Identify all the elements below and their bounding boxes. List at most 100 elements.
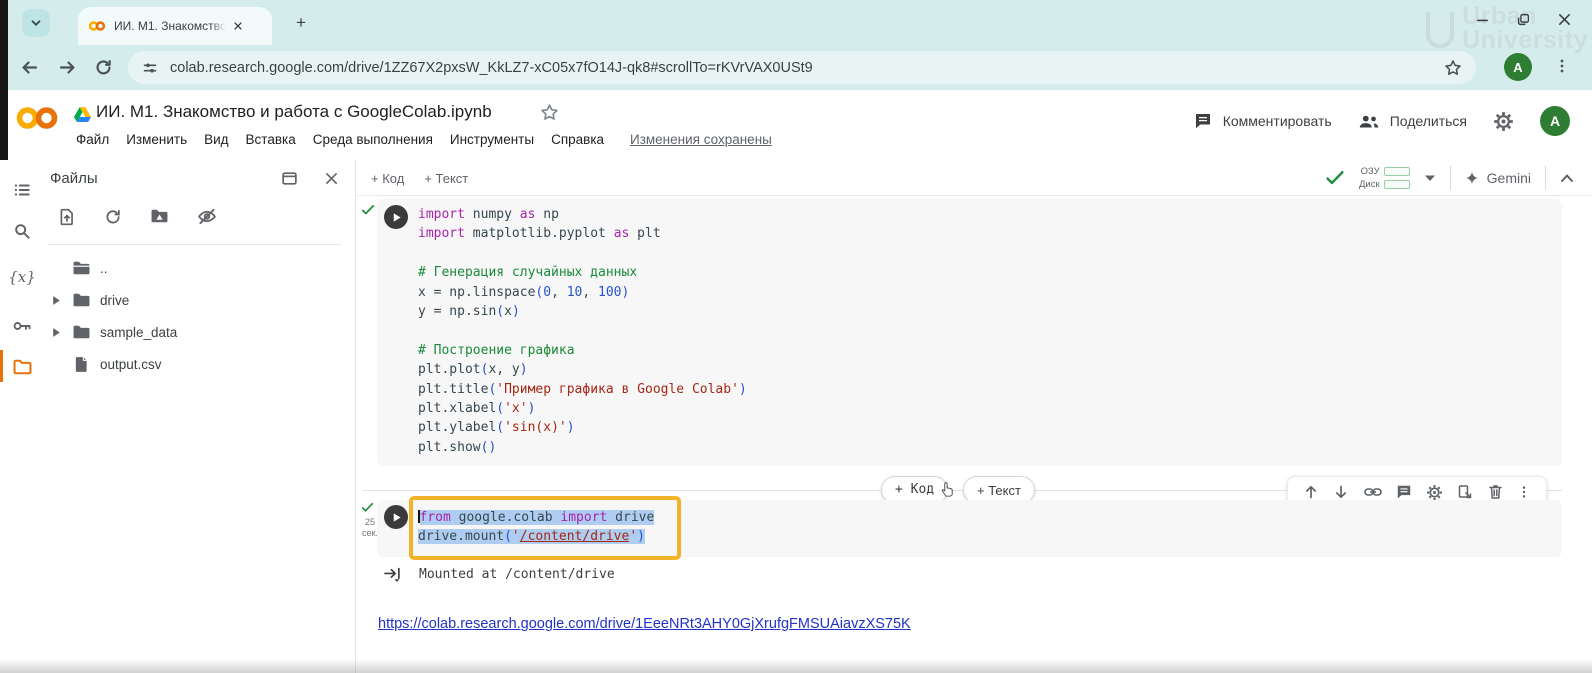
insert-text-label: + Текст — [977, 483, 1021, 498]
comment-icon — [1193, 112, 1213, 130]
output-indicator-icon[interactable] — [383, 566, 403, 583]
menu-item[interactable]: Вставка — [246, 132, 296, 147]
expand-panel-icon[interactable] — [281, 171, 298, 186]
tab-title: ИИ. М1. Знакомство и работа — [114, 19, 226, 33]
tree-row-output-csv[interactable]: output.csv — [44, 348, 347, 380]
browser-window: ИИ. М1. Знакомство и работа + Urban Univ — [0, 0, 1592, 673]
code-cell[interactable]: import numpy as npimport matplotlib.pypl… — [377, 199, 1562, 466]
code-line: plt.xlabel('x') — [418, 399, 747, 418]
add-comment-icon[interactable] — [1396, 484, 1412, 500]
window-controls — [1475, 12, 1572, 27]
minimize-icon[interactable] — [1475, 12, 1490, 27]
add-code-button[interactable]: + Код — [371, 171, 404, 186]
back-icon[interactable] — [20, 58, 39, 77]
settings-gear-icon[interactable] — [1493, 111, 1514, 132]
disk-label: Диск — [1359, 179, 1380, 190]
cell-settings-gear-icon[interactable] — [1426, 484, 1443, 501]
collapse-toolbar-chevron-icon[interactable] — [1560, 173, 1574, 183]
tab-search-button[interactable] — [22, 9, 50, 37]
code-line: plt.title('Пример графика в Google Colab… — [418, 380, 747, 399]
site-info-icon[interactable] — [142, 60, 158, 76]
disk-usage-bar — [1384, 180, 1410, 189]
gemini-button[interactable]: Gemini — [1465, 170, 1531, 186]
move-cell-up-icon[interactable] — [1303, 484, 1319, 500]
menu-item[interactable]: Изменить — [126, 132, 187, 147]
notebook-title[interactable]: ИИ. М1. Знакомство и работа с GoogleCola… — [96, 102, 492, 122]
gemini-spark-icon — [1465, 171, 1479, 185]
account-avatar[interactable]: A — [1540, 106, 1570, 136]
comment-button[interactable]: Комментировать — [1193, 112, 1332, 130]
share-button[interactable]: Поделиться — [1358, 113, 1467, 129]
gemini-label: Gemini — [1487, 170, 1531, 186]
bookmark-star-icon[interactable] — [1444, 59, 1462, 77]
menu-item[interactable]: Инструменты — [450, 132, 534, 147]
mount-drive-icon[interactable] — [150, 208, 169, 226]
code-line — [418, 321, 747, 340]
search-icon[interactable] — [0, 213, 44, 249]
add-text-button[interactable]: + Текст — [424, 171, 468, 186]
close-window-icon[interactable] — [1557, 12, 1572, 27]
share-label: Поделиться — [1390, 113, 1467, 129]
screen-edge — [0, 0, 8, 160]
files-panel-header: Файлы — [50, 170, 345, 187]
tab-close-icon[interactable] — [232, 20, 244, 32]
upload-file-icon[interactable] — [58, 208, 76, 226]
run-cell-button[interactable] — [384, 205, 408, 229]
code-editor[interactable]: import numpy as npimport matplotlib.pypl… — [418, 205, 747, 457]
move-cell-down-icon[interactable] — [1333, 484, 1349, 500]
menu-item[interactable]: Файл — [76, 132, 109, 147]
restore-window-icon[interactable] — [1516, 12, 1531, 27]
sidebar-icon-rail: {x} — [0, 160, 44, 673]
star-notebook-icon[interactable] — [540, 103, 559, 122]
more-cell-actions-icon[interactable] — [1517, 484, 1531, 500]
code-line: # Построение графика — [418, 341, 747, 360]
expand-chevron-icon[interactable] — [52, 327, 64, 338]
tree-row-parent-dir[interactable]: .. — [44, 252, 347, 284]
table-of-contents-icon[interactable] — [0, 172, 44, 208]
menu-item[interactable]: Вид — [204, 132, 228, 147]
menu-item[interactable]: Справка — [551, 132, 604, 147]
output-text: Mounted at /content/drive — [419, 567, 615, 582]
tree-row-drive[interactable]: drive — [44, 284, 347, 316]
menu-bar: Файл Изменить Вид Вставка Среда выполнения Ин… — [76, 132, 604, 147]
file-icon — [74, 356, 89, 373]
code-line: import numpy as np — [418, 205, 747, 224]
connected-check-icon — [1325, 170, 1345, 186]
browser-tab[interactable]: ИИ. М1. Знакомство и работа — [78, 7, 272, 45]
ram-usage-bar — [1384, 167, 1410, 176]
expand-chevron-icon[interactable] — [52, 295, 64, 306]
file-tree: .. drive — [44, 252, 347, 380]
chevron-down-icon — [29, 16, 43, 30]
code-line: # Генерация случайных данных — [418, 263, 747, 282]
colab-share-link[interactable]: https://colab.research.google.com/drive/… — [378, 616, 911, 632]
menu-item[interactable]: Среда выполнения — [313, 132, 433, 147]
folder-icon — [72, 324, 91, 340]
cell-executed-check-icon — [361, 204, 375, 216]
code-cell-selected[interactable]: from google.colab import drivedrive.moun… — [377, 500, 1562, 557]
code-line: plt.show() — [418, 438, 747, 457]
browser-menu-icon[interactable] — [1554, 58, 1570, 74]
url-bar[interactable]: colab.research.google.com/drive/1ZZ67X2p… — [128, 51, 1476, 84]
url-text[interactable]: colab.research.google.com/drive/1ZZ67X2p… — [170, 60, 1444, 76]
refresh-files-icon[interactable] — [104, 208, 122, 226]
notebook-toolbar: + Код + Текст ОЗУ Диск — [357, 160, 1592, 196]
new-tab-button[interactable]: + — [290, 12, 312, 34]
mirror-cell-icon[interactable] — [1457, 484, 1473, 500]
hidden-files-eye-off-icon[interactable] — [197, 208, 217, 226]
code-editor[interactable]: from google.colab import drivedrive.moun… — [418, 508, 654, 547]
files-folder-icon[interactable] — [0, 349, 44, 385]
run-cell-button[interactable] — [384, 505, 408, 529]
refresh-icon[interactable] — [94, 58, 113, 77]
secrets-key-icon[interactable] — [0, 308, 44, 344]
close-panel-icon[interactable] — [324, 171, 339, 186]
saved-status[interactable]: Изменения сохранены — [630, 132, 772, 147]
tree-label: output.csv — [100, 357, 162, 372]
variables-icon[interactable]: {x} — [0, 259, 44, 295]
tree-row-sample-data[interactable]: sample_data — [44, 316, 347, 348]
delete-cell-icon[interactable] — [1488, 484, 1503, 500]
copy-link-to-cell-icon[interactable] — [1364, 486, 1382, 498]
forward-icon[interactable] — [58, 58, 77, 77]
browser-profile-avatar[interactable]: A — [1504, 53, 1532, 81]
resource-monitor[interactable]: ОЗУ Диск — [1359, 166, 1410, 190]
resources-dropdown-icon[interactable] — [1424, 174, 1436, 182]
